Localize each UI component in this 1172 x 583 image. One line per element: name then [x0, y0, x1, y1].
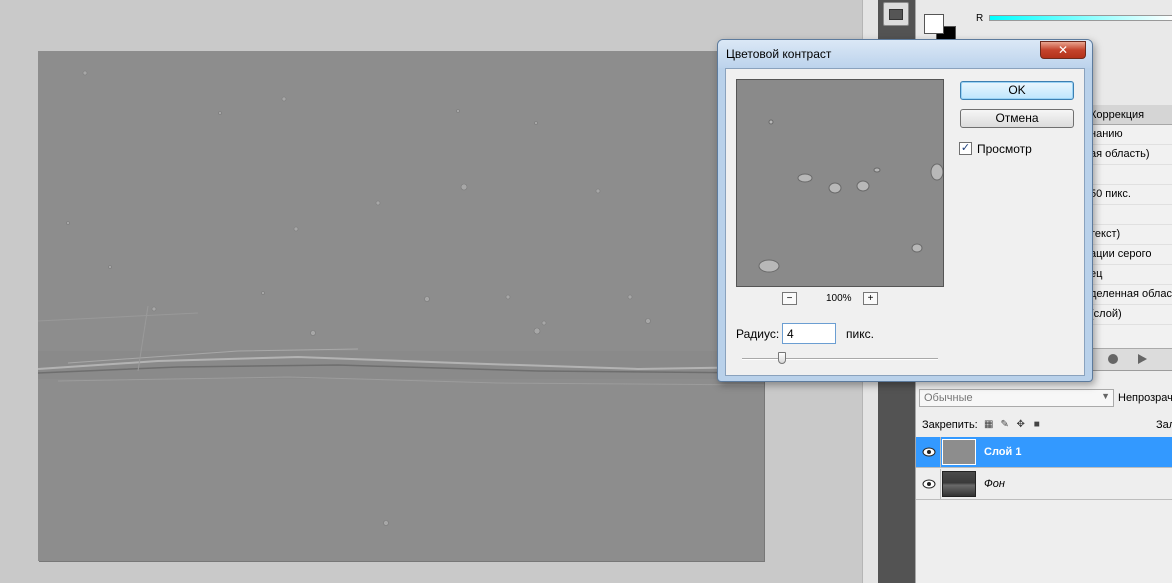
layer-thumbnail [942, 439, 976, 465]
zoom-in-button[interactable]: + [863, 292, 878, 305]
r-slider[interactable] [989, 15, 1172, 21]
checkmark-icon: ✓ [960, 142, 971, 154]
props-row-label: (слой) [1090, 308, 1122, 320]
lock-pixels-brush-icon[interactable]: ✎ [1000, 420, 1010, 430]
document-canvas[interactable] [38, 51, 764, 561]
layer-row[interactable]: Фон [916, 469, 1172, 500]
layer-name: Слой 1 [984, 446, 1022, 458]
history-icon [889, 8, 903, 20]
zoom-level: 100% [826, 293, 852, 304]
canvas-image [38, 51, 764, 561]
radius-label: Радиус: [736, 327, 780, 341]
props-row[interactable]: ец [1086, 265, 1172, 285]
props-row-label: деленная област [1090, 288, 1172, 300]
properties-panel: Коррекция нанию ая область) 50 пикс. тек… [1085, 105, 1172, 370]
lock-transparency-icon[interactable]: ▦ [984, 420, 994, 430]
props-row[interactable]: (слой) [1086, 305, 1172, 325]
props-row[interactable]: нанию [1086, 125, 1172, 145]
dialog-title: Цветовой контраст [726, 47, 832, 61]
radius-input[interactable] [782, 323, 836, 344]
ok-button-label: OK [1008, 83, 1026, 97]
cancel-button-label: Отмена [995, 111, 1039, 125]
channel-r-label: R [976, 13, 984, 24]
layer-thumbnail [942, 471, 976, 497]
lock-row: Закрепить: ▦ ✎ ✥ ■ [922, 419, 1042, 431]
chevron-down-icon: ▼ [1101, 391, 1110, 401]
layers-panel: Обычные ▼ Непрозрачн Закрепить: ▦ ✎ ✥ ■ … [915, 370, 1172, 583]
zoom-out-icon: − [786, 293, 793, 304]
history-panel-button[interactable] [883, 2, 909, 26]
radius-slider-track[interactable] [742, 358, 938, 360]
blend-mode-value: Обычные [924, 392, 973, 404]
props-row-label: текст) [1090, 228, 1121, 240]
visibility-eye-icon[interactable] [919, 442, 939, 462]
props-row-label: 50 пикс. [1090, 188, 1131, 200]
close-icon: ✕ [1057, 43, 1069, 57]
cancel-button[interactable]: Отмена [960, 109, 1074, 128]
preview-checkbox[interactable]: ✓ [959, 142, 972, 155]
dialog-titlebar[interactable]: Цветовой контраст ✕ [718, 40, 1092, 68]
foreground-color-swatch[interactable] [924, 14, 944, 34]
props-row-label: ая область) [1090, 148, 1150, 160]
props-row[interactable] [1086, 205, 1172, 225]
zoom-out-button[interactable]: − [782, 292, 797, 305]
radius-unit: пикс. [846, 327, 874, 341]
tab-correction-label: Коррекция [1090, 109, 1145, 121]
layer-row-selected[interactable]: Слой 1 [916, 437, 1172, 468]
zoom-in-icon: + [867, 293, 874, 304]
lock-all-icon[interactable]: ■ [1032, 420, 1042, 430]
lock-position-move-icon[interactable]: ✥ [1016, 420, 1026, 430]
props-row-label: нанию [1090, 128, 1123, 140]
props-row[interactable] [1086, 165, 1172, 185]
layer-separator [940, 469, 941, 500]
props-row-label: ации серого [1090, 248, 1152, 260]
opacity-label: Непрозрачн [1118, 392, 1172, 404]
layer-separator [940, 437, 941, 468]
preview-label: Просмотр [977, 142, 1032, 156]
layer-name: Фон [984, 478, 1005, 490]
close-button[interactable]: ✕ [1040, 41, 1086, 59]
visibility-eye-icon[interactable] [919, 474, 939, 494]
dialog-body: − 100% + Радиус: пикс. OK Отмена ✓ Просм… [725, 68, 1085, 376]
ok-button[interactable]: OK [960, 81, 1074, 100]
record-icon[interactable] [1108, 354, 1118, 364]
filter-preview[interactable] [736, 79, 944, 287]
props-footer [1086, 348, 1172, 370]
color-contrast-dialog: Цветовой контраст ✕ − 100% + Радиус: 4 п… [717, 39, 1093, 382]
tab-correction[interactable]: Коррекция [1086, 105, 1172, 125]
props-row[interactable]: деленная област [1086, 285, 1172, 305]
preview-image [737, 80, 943, 286]
props-row[interactable]: 50 пикс. [1086, 185, 1172, 205]
lock-label: Закрепить: [922, 419, 978, 431]
props-row[interactable]: ая область) [1086, 145, 1172, 165]
props-row[interactable]: ации серого [1086, 245, 1172, 265]
blend-mode-select[interactable]: Обычные ▼ [919, 389, 1114, 407]
radius-slider-thumb[interactable] [778, 352, 786, 364]
play-icon[interactable] [1138, 354, 1147, 364]
props-row[interactable]: текст) [1086, 225, 1172, 245]
fill-label: Зал [1156, 419, 1172, 431]
